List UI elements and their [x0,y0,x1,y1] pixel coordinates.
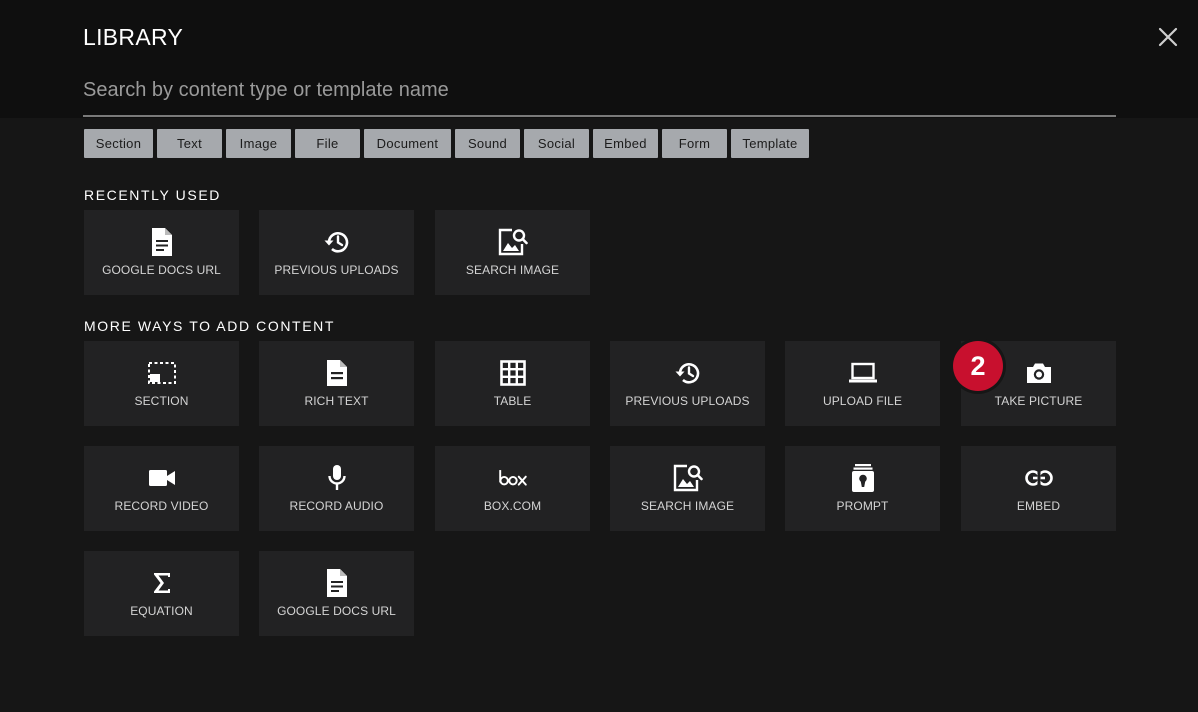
history-icon [322,227,352,257]
filter-chip-document[interactable]: Document [364,129,451,158]
filter-chip-text[interactable]: Text [157,129,222,158]
tile-upload-file[interactable]: UPLOAD FILE [785,341,940,426]
search-input[interactable] [83,74,1116,117]
tile-section[interactable]: SECTION [84,341,239,426]
recently-used-heading: RECENTLY USED [84,187,221,203]
tile-search-image[interactable]: SEARCH IMAGE [610,446,765,531]
tile-label: GOOGLE DOCS URL [277,604,396,618]
tile-equation[interactable]: EQUATION [84,551,239,636]
tile-label: EMBED [1016,499,1061,513]
tile-embed[interactable]: EMBED [961,446,1116,531]
filter-chip-sound[interactable]: Sound [455,129,520,158]
prompt-icon [848,463,878,493]
tile-label: PREVIOUS UPLOADS [274,263,399,277]
filter-chip-form[interactable]: Form [662,129,727,158]
tile-table[interactable]: TABLE [435,341,590,426]
tile-label: SEARCH IMAGE [465,263,560,277]
tile-label: EQUATION [130,604,193,618]
camera-icon [1024,358,1054,388]
tile-label: SECTION [134,394,189,408]
image-search-icon [673,463,703,493]
filter-chip-image[interactable]: Image [226,129,291,158]
tile-label: UPLOAD FILE [822,394,903,408]
more-ways-heading: MORE WAYS TO ADD CONTENT [84,318,336,334]
tile-label: PREVIOUS UPLOADS [625,394,750,408]
tile-search-image-recent[interactable]: SEARCH IMAGE [435,210,590,295]
tile-previous-uploads[interactable]: PREVIOUS UPLOADS [610,341,765,426]
tile-rich-text[interactable]: RICH TEXT [259,341,414,426]
tile-label: RICH TEXT [304,394,369,408]
rich-text-icon [322,358,352,388]
tile-label: TAKE PICTURE [994,394,1083,408]
video-camera-icon [147,463,177,493]
tile-prompt[interactable]: PROMPT [785,446,940,531]
document-icon [322,568,352,598]
filter-chip-social[interactable]: Social [524,129,589,158]
laptop-icon [848,358,878,388]
filter-chip-embed[interactable]: Embed [593,129,658,158]
tile-google-docs-url[interactable]: GOOGLE DOCS URL [259,551,414,636]
tile-label: RECORD VIDEO [114,499,209,513]
tile-label: RECORD AUDIO [289,499,384,513]
tile-box-com[interactable]: BOX.COM [435,446,590,531]
filter-chip-file[interactable]: File [295,129,360,158]
image-search-icon [498,227,528,257]
table-icon [498,358,528,388]
box-logo-icon [498,463,528,493]
page-title: LIBRARY [83,24,184,50]
tile-record-video[interactable]: RECORD VIDEO [84,446,239,531]
filter-chip-section[interactable]: Section [84,129,153,158]
close-icon[interactable] [1155,24,1181,50]
tile-label: PROMPT [836,499,889,513]
section-icon [147,358,177,388]
tile-label: GOOGLE DOCS URL [102,263,221,277]
microphone-icon [322,463,352,493]
history-icon [673,358,703,388]
tile-label: SEARCH IMAGE [640,499,735,513]
document-icon [147,227,177,257]
tile-previous-uploads-recent[interactable]: PREVIOUS UPLOADS [259,210,414,295]
tile-label: TABLE [493,394,532,408]
filter-chips: Section Text Image File Document Sound S… [84,129,809,158]
link-icon [1024,463,1054,493]
step-number-badge: 2 [953,341,1003,391]
tile-google-docs-url-recent[interactable]: GOOGLE DOCS URL [84,210,239,295]
filter-chip-template[interactable]: Template [731,129,809,158]
sigma-icon [147,568,177,598]
tile-record-audio[interactable]: RECORD AUDIO [259,446,414,531]
tile-label: BOX.COM [483,499,542,513]
